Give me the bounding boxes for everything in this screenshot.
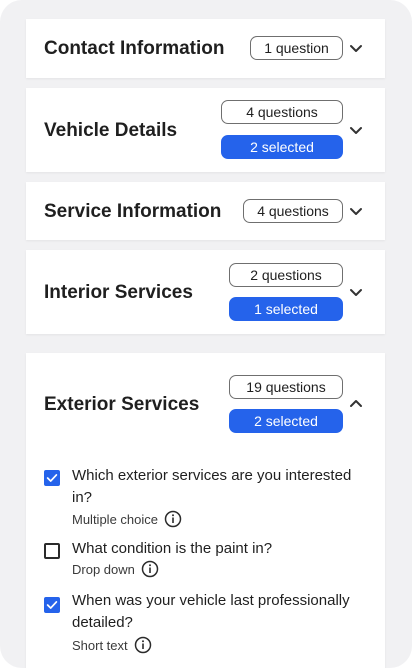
- chevron-down-icon[interactable]: [349, 43, 363, 53]
- question-checkbox[interactable]: [44, 543, 60, 559]
- question-type: Short text: [72, 636, 152, 654]
- chevron-down-icon[interactable]: [349, 206, 363, 216]
- question-text: What condition is the paint in?: [72, 540, 273, 557]
- section-title: Exterior Services: [44, 394, 200, 415]
- chevron-down-icon[interactable]: [349, 125, 363, 135]
- info-icon[interactable]: [164, 510, 182, 528]
- section-contact-information[interactable]: Contact Information 1 question: [26, 19, 385, 78]
- section-exterior-services[interactable]: Exterior Services 19 questions 2 selecte…: [26, 353, 385, 668]
- section-title: Vehicle Details: [44, 120, 178, 141]
- question-count-badge: 4 questions: [221, 100, 343, 124]
- question-type: Multiple choice: [72, 510, 182, 528]
- question-item: What condition is the paint in? Drop dow…: [44, 537, 374, 581]
- question-item: Which exterior services are you interest…: [44, 465, 374, 528]
- selected-count-badge: 1 selected: [229, 297, 343, 321]
- section-title: Interior Services: [44, 282, 193, 303]
- section-vehicle-details[interactable]: Vehicle Details 4 questions 2 selected: [26, 88, 385, 172]
- question-checkbox[interactable]: [44, 597, 60, 613]
- selected-count-badge: 2 selected: [229, 409, 343, 433]
- checkmark-icon: [46, 474, 58, 482]
- chevron-up-icon[interactable]: [349, 399, 363, 409]
- info-icon[interactable]: [134, 636, 152, 654]
- question-text: When was your vehicle last professionall…: [72, 592, 350, 631]
- question-checkbox[interactable]: [44, 470, 60, 486]
- section-title: Contact Information: [44, 38, 225, 59]
- info-icon[interactable]: [141, 560, 159, 578]
- question-item: When was your vehicle last professionall…: [44, 590, 374, 656]
- section-title: Service Information: [44, 201, 222, 222]
- checkmark-icon: [46, 601, 58, 609]
- selected-count-badge: 2 selected: [221, 135, 343, 159]
- section-service-information[interactable]: Service Information 4 questions: [26, 182, 385, 240]
- app-frame: Contact Information 1 question Vehicle D…: [0, 0, 412, 668]
- question-type-label: Multiple choice: [72, 511, 158, 527]
- question-text: Which exterior services are you interest…: [72, 467, 352, 506]
- question-count-badge: 19 questions: [229, 375, 343, 399]
- chevron-down-icon[interactable]: [349, 287, 363, 297]
- section-interior-services[interactable]: Interior Services 2 questions 1 selected: [26, 250, 385, 334]
- question-count-badge: 1 question: [250, 36, 343, 60]
- question-count-badge: 2 questions: [229, 263, 343, 287]
- question-type-label: Drop down: [72, 561, 135, 577]
- question-type-label: Short text: [72, 637, 128, 653]
- question-type: Drop down: [72, 560, 159, 578]
- question-count-badge: 4 questions: [243, 199, 343, 223]
